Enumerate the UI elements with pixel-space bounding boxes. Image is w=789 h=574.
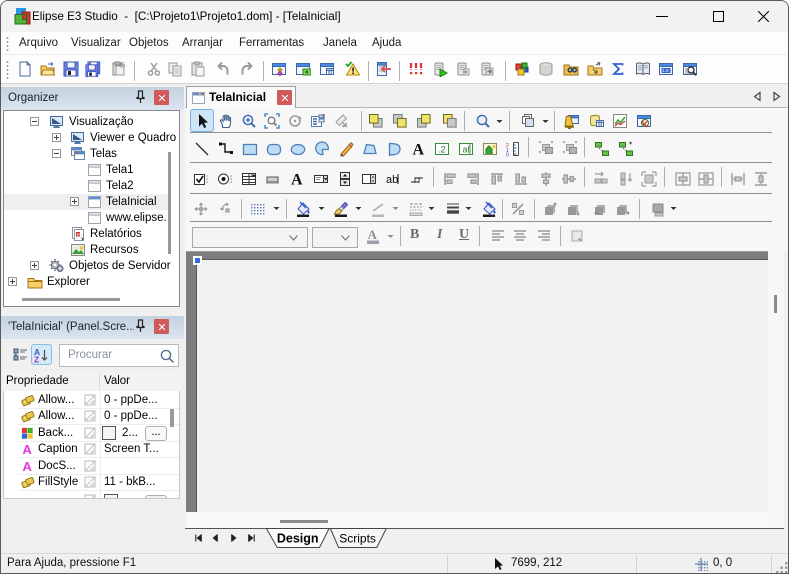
svg-text:A: A xyxy=(22,459,32,474)
svg-text:A: A xyxy=(412,142,424,158)
svg-text:A: A xyxy=(291,172,303,188)
svg-text:A: A xyxy=(22,442,32,457)
svg-text:A: A xyxy=(368,228,378,242)
svg-text:al: al xyxy=(463,145,470,155)
svg-text:ab: ab xyxy=(386,174,398,186)
svg-text:0: 0 xyxy=(506,153,509,158)
svg-text:(5: (5 xyxy=(120,63,126,69)
svg-text:2: 2 xyxy=(322,114,325,120)
svg-text:Scripts: Scripts xyxy=(339,532,376,546)
svg-text:Z: Z xyxy=(34,355,39,364)
svg-text:.2: .2 xyxy=(438,145,446,155)
svg-text:Design: Design xyxy=(277,532,319,546)
svg-text:1.0: 1.0 xyxy=(662,68,669,73)
